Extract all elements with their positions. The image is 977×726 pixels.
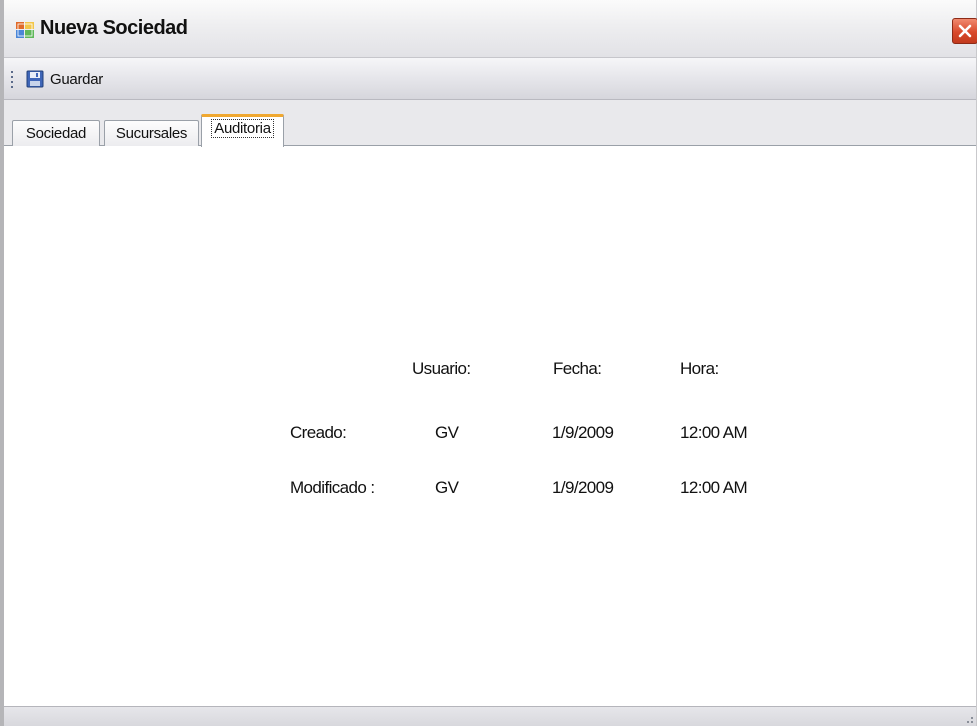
tab-label: Sociedad [25, 125, 87, 142]
tab-label: Auditoria [211, 119, 274, 138]
form-app-icon [16, 22, 34, 38]
header-fecha: Fecha: [553, 359, 602, 378]
window-title: Nueva Sociedad [40, 17, 188, 39]
modificado-fecha-value: 1/9/2009 [552, 478, 614, 497]
form-window: Nueva Sociedad Guardar Sociedad Sucursal… [0, 0, 977, 726]
creado-hora-value: 12:00 AM [680, 423, 748, 442]
close-button[interactable] [952, 18, 977, 44]
creado-usuario-value: GV [435, 423, 459, 442]
modificado-hora-value: 12:00 AM [680, 478, 748, 497]
auditoria-panel: Usuario: Fecha: Hora: Creado: GV 1/9/200… [4, 147, 976, 706]
close-icon [958, 24, 972, 38]
tab-sucursales[interactable]: Sucursales [104, 120, 199, 146]
title-bar[interactable]: Nueva Sociedad [4, 0, 977, 58]
creado-fecha-value: 1/9/2009 [552, 423, 614, 442]
save-button-label: Guardar [50, 70, 103, 88]
save-button[interactable]: Guardar [22, 66, 107, 92]
header-hora: Hora: [680, 359, 719, 378]
tab-label: Sucursales [115, 125, 188, 142]
tab-auditoria[interactable]: Auditoria [201, 114, 284, 147]
status-bar [4, 706, 976, 726]
row-label-creado: Creado: [290, 423, 347, 442]
tab-strip: Sociedad Sucursales Auditoria [4, 100, 976, 147]
header-usuario: Usuario: [412, 359, 471, 378]
modificado-usuario-value: GV [435, 478, 459, 497]
floppy-disk-icon [26, 70, 44, 88]
resize-grip-icon[interactable] [962, 712, 974, 724]
toolbar: Guardar [4, 58, 976, 100]
row-label-modificado: Modificado : [290, 478, 375, 497]
tab-sociedad[interactable]: Sociedad [12, 120, 100, 146]
toolbar-grip-icon[interactable] [10, 70, 14, 90]
